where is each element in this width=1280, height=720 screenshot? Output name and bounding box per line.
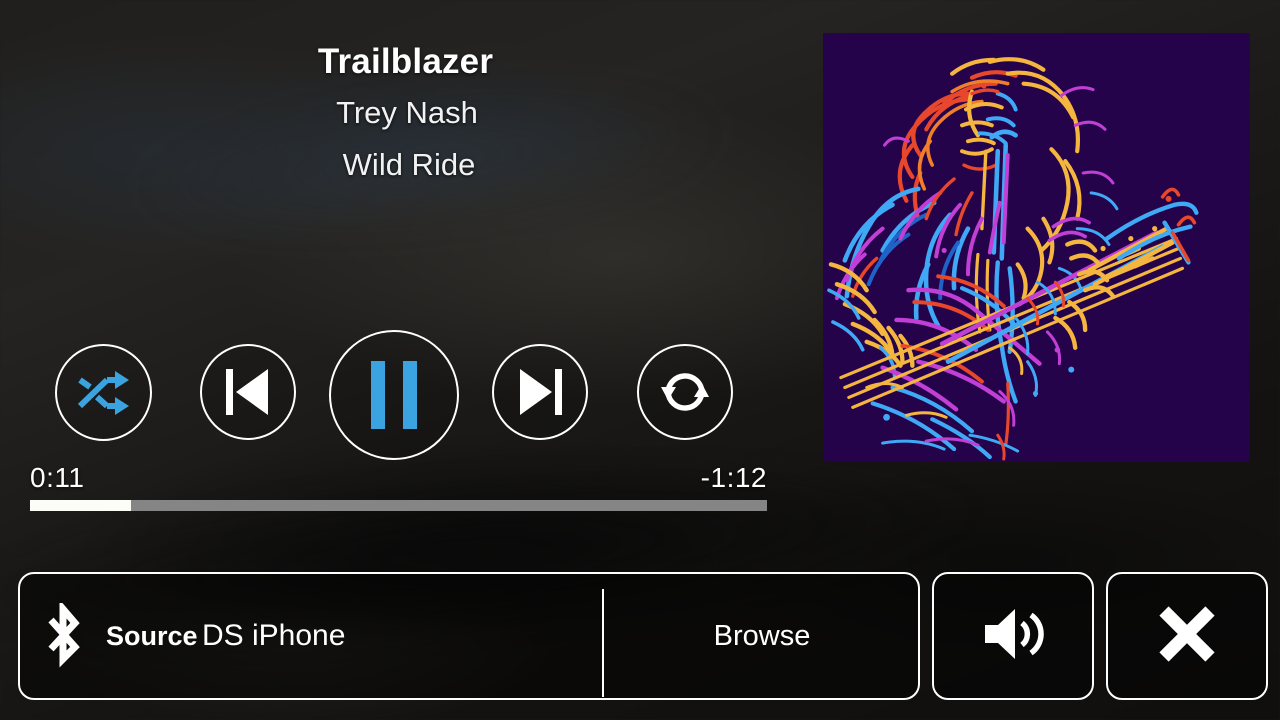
track-info: Trailblazer Trey Nash Wild Ride <box>0 42 812 182</box>
source-panel[interactable]: Source DS iPhone Browse <box>18 572 920 700</box>
shuffle-button[interactable] <box>55 344 152 441</box>
repeat-button[interactable] <box>637 344 733 440</box>
volume-button[interactable] <box>932 572 1094 700</box>
progress-fill <box>30 500 131 511</box>
next-track-icon <box>518 369 562 415</box>
close-icon <box>1157 604 1217 669</box>
bottom-bar: Source DS iPhone Browse <box>0 572 1280 714</box>
previous-track-icon <box>226 369 270 415</box>
bluetooth-icon <box>20 603 106 669</box>
browse-button[interactable]: Browse <box>604 574 920 698</box>
source-value: DS iPhone <box>202 619 346 653</box>
progress-bar[interactable] <box>30 500 767 511</box>
play-pause-button[interactable] <box>329 330 459 460</box>
volume-icon <box>981 606 1045 667</box>
previous-track-button[interactable] <box>200 344 296 440</box>
elapsed-time: 0:11 <box>30 462 85 493</box>
album-art <box>823 33 1250 462</box>
track-artist: Trey Nash <box>336 95 478 131</box>
browse-label: Browse <box>713 619 811 652</box>
pause-icon <box>371 361 417 429</box>
track-title: Trailblazer <box>317 42 494 81</box>
remaining-time: -1:12 <box>700 462 767 493</box>
track-album: Wild Ride <box>342 147 476 183</box>
transport-controls <box>0 330 790 460</box>
shuffle-icon <box>77 370 131 415</box>
source-text: Source DS iPhone <box>106 618 345 653</box>
repeat-icon <box>659 367 711 417</box>
time-row: 0:11 -1:12 <box>30 462 767 496</box>
source-label: Source <box>106 621 198 652</box>
close-button[interactable] <box>1106 572 1268 700</box>
next-track-button[interactable] <box>492 344 588 440</box>
media-player-screen: Trailblazer Trey Nash Wild Ride 0:11 -1:… <box>0 0 1280 720</box>
progress-area: 0:11 -1:12 <box>30 462 767 511</box>
